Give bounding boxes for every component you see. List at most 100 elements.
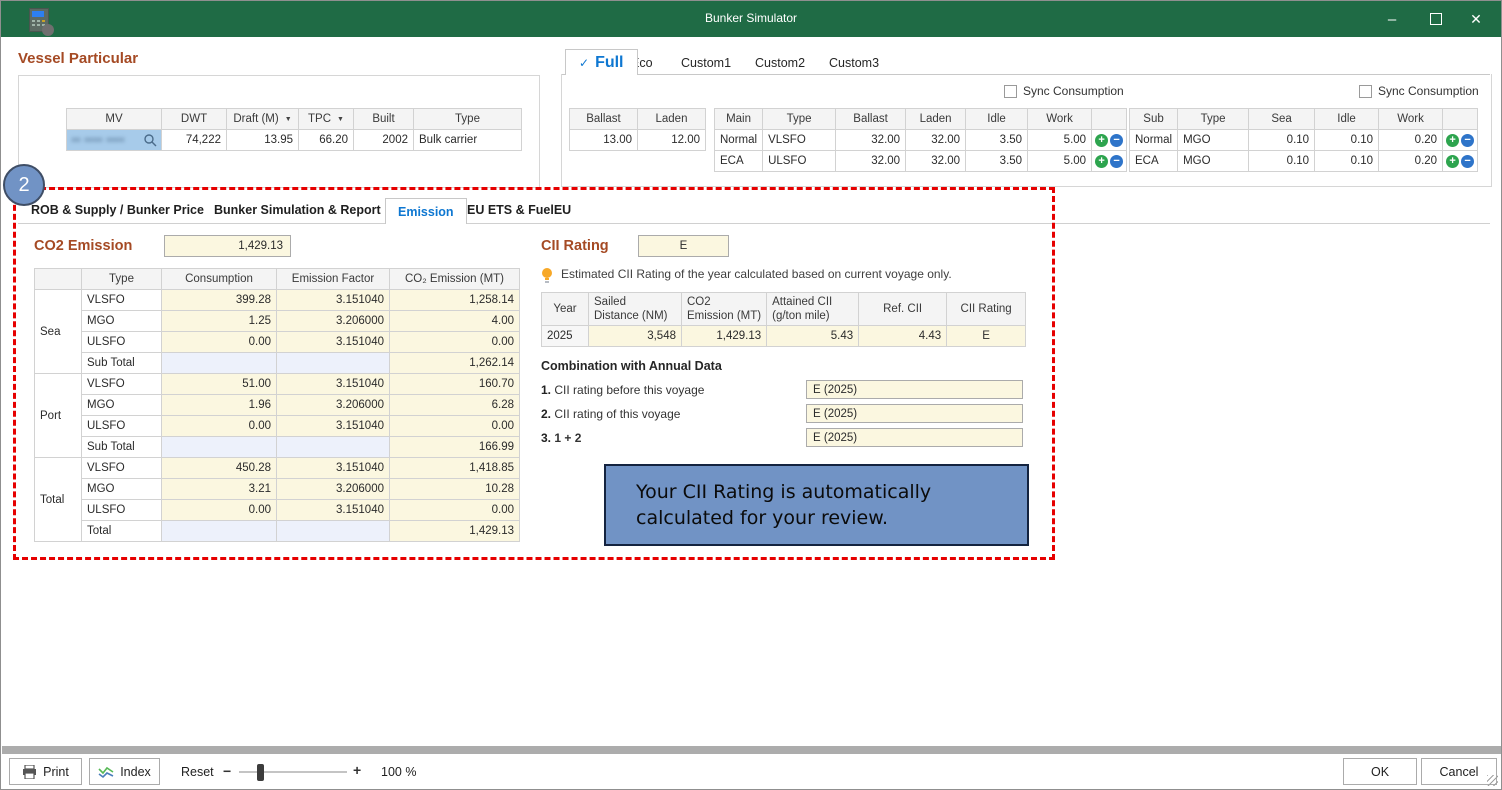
col-type: Type <box>1178 109 1249 130</box>
maximize-button[interactable] <box>1419 1 1453 37</box>
annotation-callout: Your CII Rating is automatically calcula… <box>604 464 1029 546</box>
ok-button[interactable]: OK <box>1343 758 1417 785</box>
search-icon[interactable] <box>143 133 157 147</box>
tpc-dropdown-icon[interactable]: ▼ <box>337 116 344 123</box>
sync-consumption-main-checkbox[interactable] <box>1004 85 1017 98</box>
add-row-button[interactable]: + <box>1446 134 1459 147</box>
remove-row-button[interactable]: − <box>1461 155 1474 168</box>
fuel-type: ULSFO <box>82 416 162 437</box>
main-laden[interactable]: 32.00 <box>906 151 966 172</box>
remove-row-button[interactable]: − <box>1110 134 1123 147</box>
co2-total-field: 1,429.13 <box>164 235 291 257</box>
sub-sea[interactable]: 0.10 <box>1249 151 1315 172</box>
col-main: Main <box>715 109 763 130</box>
close-icon: ✕ <box>1470 11 1482 28</box>
minimize-button[interactable]: – <box>1375 1 1409 37</box>
reset-label[interactable]: Reset <box>181 765 214 779</box>
consumption-value: 0.00 <box>162 332 277 353</box>
cii-note-text: Estimated CII Rating of the year calcula… <box>561 267 952 281</box>
main-work[interactable]: 5.00 <box>1028 151 1092 172</box>
cancel-button[interactable]: Cancel <box>1421 758 1497 785</box>
col-work: Work <box>1379 109 1443 130</box>
col-co2-emission: CO₂ Emission (MT) <box>390 269 520 290</box>
table-row: Port VLSFO51.003.151040160.70 <box>35 374 520 395</box>
main-work[interactable]: 5.00 <box>1028 130 1092 151</box>
sub-sea[interactable]: 0.10 <box>1249 130 1315 151</box>
main-fuel-type[interactable]: VLSFO <box>763 130 836 151</box>
tab-custom2[interactable]: Custom2 <box>755 56 805 70</box>
sub-mode: ECA <box>1130 151 1178 172</box>
print-button[interactable]: Print <box>9 758 82 785</box>
sub-fuel-type[interactable]: MGO <box>1178 130 1249 151</box>
vessel-table: MV DWT Draft (M)▼ TPC▼ Built Type ▪▪ ▪▪▪… <box>66 108 522 151</box>
factor-value: 3.206000 <box>277 479 390 500</box>
col-type: Type <box>82 269 162 290</box>
index-button[interactable]: Index <box>89 758 160 785</box>
zoom-percent-label: 100 % <box>381 765 416 779</box>
zoom-slider-track[interactable] <box>239 771 347 773</box>
total-label: Total <box>82 521 162 542</box>
col-sub: Sub <box>1130 109 1178 130</box>
lightbulb-icon <box>541 267 553 284</box>
close-button[interactable]: ✕ <box>1459 1 1493 37</box>
blank-cell <box>162 521 277 542</box>
main-idle[interactable]: 3.50 <box>966 151 1028 172</box>
col-emission-factor: Emission Factor <box>277 269 390 290</box>
sub-idle[interactable]: 0.10 <box>1315 130 1379 151</box>
main-ballast[interactable]: 32.00 <box>836 130 906 151</box>
tab-bunker-simulation-report[interactable]: Bunker Simulation & Report <box>214 203 381 217</box>
speed-laden[interactable]: 12.00 <box>638 130 706 151</box>
tab-emission[interactable]: Emission <box>385 198 467 224</box>
tab-eu-ets-fueleu[interactable]: EU ETS & FuelEU <box>467 203 571 217</box>
factor-value: 3.151040 <box>277 290 390 311</box>
sync-consumption-sub-checkbox[interactable] <box>1359 85 1372 98</box>
main-idle[interactable]: 3.50 <box>966 130 1028 151</box>
col-sea: Sea <box>1249 109 1315 130</box>
fuel-type: ULSFO <box>82 500 162 521</box>
speed-row: 13.0012.00 <box>570 130 706 151</box>
col-type: Type <box>763 109 836 130</box>
col-draft[interactable]: Draft (M)▼ <box>227 109 299 130</box>
total-row: Total1,429.13 <box>35 521 520 542</box>
remove-row-button[interactable]: − <box>1110 155 1123 168</box>
window-title: Bunker Simulator <box>1 11 1501 25</box>
main-fuel-type[interactable]: ULSFO <box>763 151 836 172</box>
co2-value: 0.00 <box>390 500 520 521</box>
zoom-in-icon[interactable]: + <box>353 762 361 778</box>
col-laden: Laden <box>906 109 966 130</box>
main-laden[interactable]: 32.00 <box>906 130 966 151</box>
add-row-button[interactable]: + <box>1446 155 1459 168</box>
combination-label-1: 1. CII rating before this voyage <box>541 383 704 397</box>
consumption-value: 399.28 <box>162 290 277 311</box>
col-tpc[interactable]: TPC▼ <box>299 109 354 130</box>
sub-work[interactable]: 0.20 <box>1379 151 1443 172</box>
add-row-button[interactable]: + <box>1095 155 1108 168</box>
table-row: ULSFO0.003.1510400.00 <box>35 500 520 521</box>
tab-full[interactable]: ✓Full <box>565 49 638 75</box>
bunker-simulator-window: Bunker Simulator – ✕ Vessel Particular M… <box>0 0 1502 790</box>
speed-ballast[interactable]: 13.00 <box>570 130 638 151</box>
resize-grip-icon[interactable] <box>1487 775 1498 786</box>
draft-dropdown-icon[interactable]: ▼ <box>285 116 292 123</box>
ref-cii-value: 4.43 <box>859 326 947 347</box>
sub-fuel-type[interactable]: MGO <box>1178 151 1249 172</box>
tabstrip-line <box>18 223 1490 224</box>
col-idle: Idle <box>1315 109 1379 130</box>
vessel-tpc: 66.20 <box>299 130 354 151</box>
sub-work[interactable]: 0.20 <box>1379 130 1443 151</box>
group-port: Port <box>35 374 82 458</box>
vessel-name-cell[interactable]: ▪▪ ▪▪▪▪ ▪▪▪▪ <box>67 130 162 151</box>
tab-custom1[interactable]: Custom1 <box>681 56 731 70</box>
main-ballast[interactable]: 32.00 <box>836 151 906 172</box>
vessel-draft: 13.95 <box>227 130 299 151</box>
combination-field-1: E (2025) <box>806 380 1023 399</box>
subtotal-row: Sub Total1,262.14 <box>35 353 520 374</box>
zoom-slider-handle[interactable] <box>257 764 264 781</box>
sub-idle[interactable]: 0.10 <box>1315 151 1379 172</box>
add-row-button[interactable]: + <box>1095 134 1108 147</box>
zoom-out-icon[interactable]: − <box>223 763 231 779</box>
fuel-type: MGO <box>82 395 162 416</box>
remove-row-button[interactable]: − <box>1461 134 1474 147</box>
tab-custom3[interactable]: Custom3 <box>829 56 879 70</box>
tab-rob-supply-bunker-price[interactable]: ROB & Supply / Bunker Price <box>31 203 204 217</box>
